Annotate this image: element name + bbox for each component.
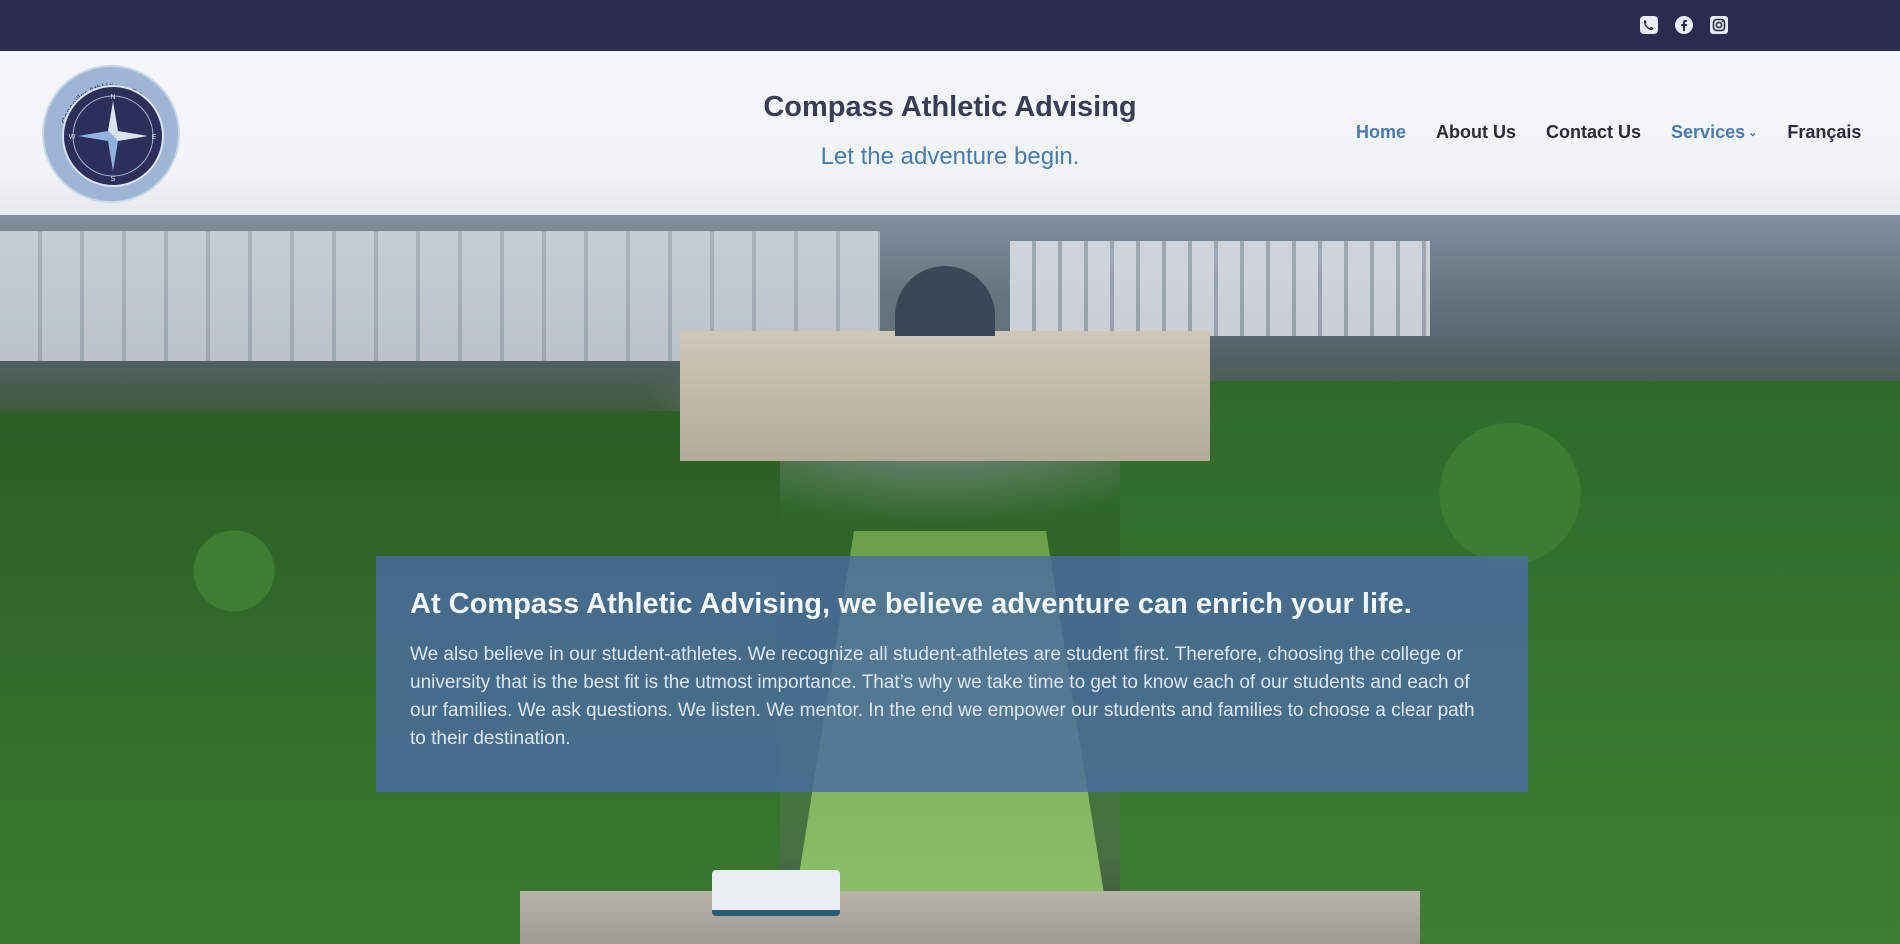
nav-link-contact-us[interactable]: Contact Us: [1546, 122, 1641, 143]
instagram-icon[interactable]: [1708, 14, 1730, 36]
nav-link-about-us[interactable]: About Us: [1436, 122, 1516, 143]
site-logo[interactable]: Conseiller Athlétique COMPASS COMPASS At…: [42, 65, 180, 203]
logo-compass-face: N E S W: [62, 85, 164, 187]
svg-text:S: S: [111, 176, 116, 183]
site-header: Conseiller Athlétique COMPASS COMPASS At…: [0, 51, 1900, 215]
nav-item-francais[interactable]: Français: [1787, 122, 1861, 143]
bus: [712, 870, 840, 916]
site-tagline: Let the adventure begin.: [820, 143, 1080, 170]
nav-item-services[interactable]: Services ⌄: [1671, 122, 1757, 143]
city-buildings-right: [1010, 241, 1430, 336]
intro-panel: At Compass Athletic Advising, we believe…: [376, 556, 1528, 792]
nav-link-services[interactable]: Services: [1671, 122, 1745, 143]
facebook-icon[interactable]: [1673, 14, 1695, 36]
intro-heading: At Compass Athletic Advising, we believe…: [410, 588, 1412, 620]
nav-link-francais[interactable]: Français: [1787, 122, 1861, 143]
nav-item-contact-us[interactable]: Contact Us: [1546, 122, 1641, 143]
top-bar: [0, 0, 1900, 51]
nav-item-home[interactable]: Home: [1356, 122, 1406, 143]
palace-building: [680, 331, 1210, 461]
site-title[interactable]: Compass Athletic Advising: [720, 91, 1180, 124]
main-nav: Home About Us Contact Us Services ⌄ Fran…: [1356, 122, 1861, 143]
social-links: [1638, 14, 1730, 36]
chevron-down-icon[interactable]: ⌄: [1748, 126, 1757, 139]
phone-icon[interactable]: [1638, 14, 1660, 36]
palace-dome: [895, 266, 995, 336]
svg-text:N: N: [110, 94, 115, 101]
nav-item-about-us[interactable]: About Us: [1436, 122, 1516, 143]
svg-text:W: W: [69, 134, 76, 141]
compass-rose-icon: N E S W: [69, 94, 157, 183]
svg-text:E: E: [152, 134, 157, 141]
intro-body: We also believe in our student-athletes.…: [410, 644, 1475, 749]
nav-link-home[interactable]: Home: [1356, 122, 1406, 143]
road: [520, 891, 1420, 944]
